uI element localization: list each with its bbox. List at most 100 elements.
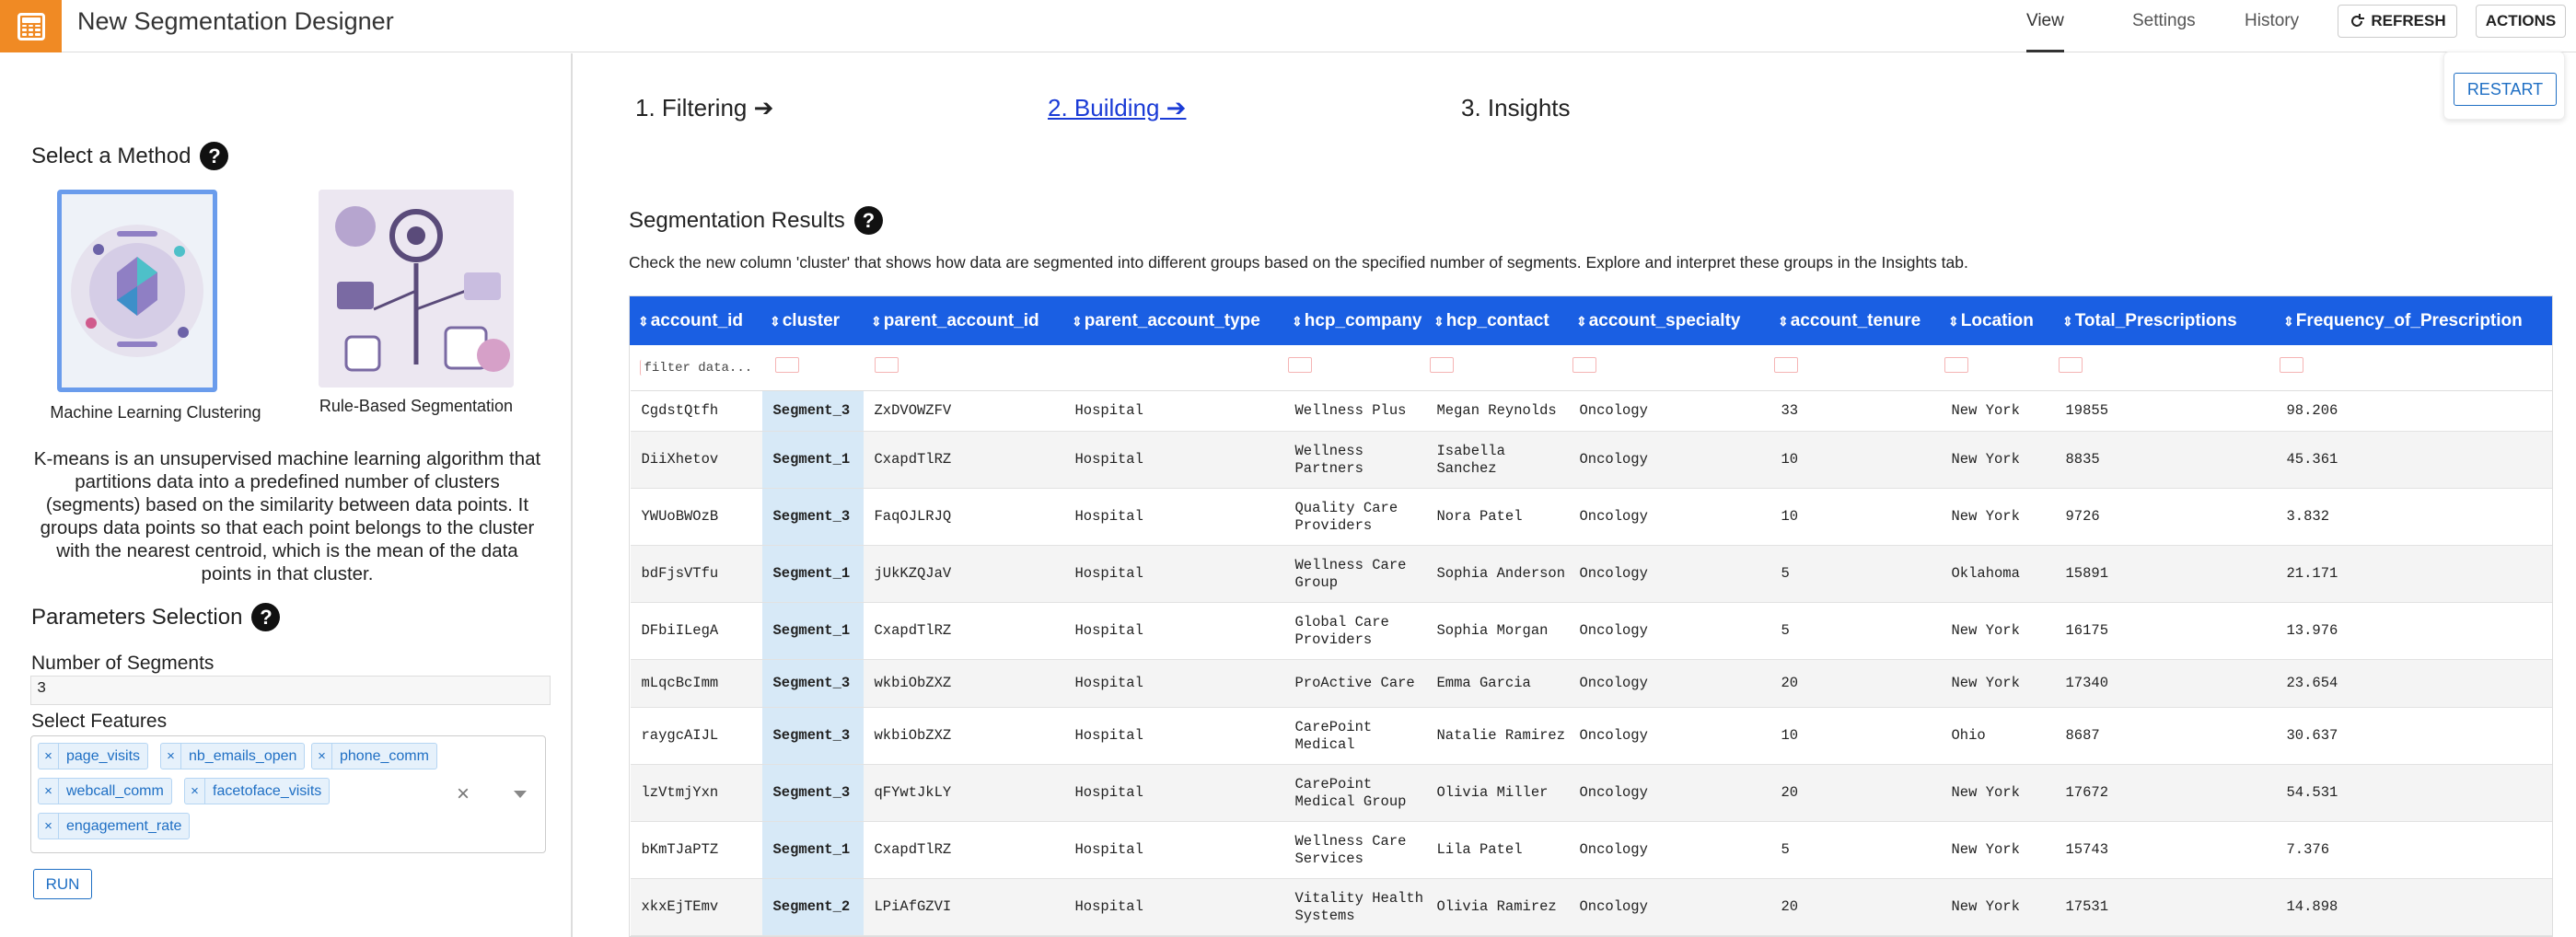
- filter-input[interactable]: [2058, 357, 2083, 373]
- filter-input[interactable]: filter data...: [639, 360, 752, 376]
- column-header[interactable]: ⇕ cluster: [761, 296, 864, 345]
- feature-tag: × engagement_rate: [38, 813, 191, 839]
- method-card-rule[interactable]: Rule-Based Segmentation: [319, 190, 514, 416]
- tab-history[interactable]: History: [2245, 0, 2299, 52]
- help-icon[interactable]: ?: [251, 603, 281, 631]
- table-cell: 20: [1770, 659, 1941, 708]
- table-cell: 17531: [2054, 878, 2276, 936]
- column-header[interactable]: ⇕ hcp_contact: [1425, 296, 1569, 345]
- column-header[interactable]: ⇕ Total_Prescriptions: [2054, 296, 2276, 345]
- remove-tag-icon[interactable]: ×: [39, 779, 59, 804]
- filter-input[interactable]: [2279, 357, 2303, 373]
- table-row[interactable]: mLqcBcImm Segment_3 wkbiObZXZ Hospital ProAc…: [630, 659, 2552, 708]
- remove-tag-icon[interactable]: ×: [39, 744, 59, 769]
- table-cell: Oncology: [1568, 878, 1770, 936]
- step-insights[interactable]: 3. Insights: [1461, 94, 1571, 122]
- help-icon[interactable]: ?: [200, 142, 229, 170]
- table-cell: Oklahoma: [1940, 545, 2055, 603]
- table-cell: Segment_1: [761, 602, 864, 660]
- table-cell: 10: [1770, 707, 1941, 765]
- chevron-down-icon[interactable]: [514, 791, 527, 798]
- table-cell: 45.361: [2275, 431, 2552, 489]
- filter-row: filter data...: [630, 344, 2552, 391]
- column-header[interactable]: ⇕ parent_account_type: [1063, 296, 1284, 345]
- table-cell: Sophia Morgan: [1425, 602, 1569, 660]
- table-cell: Lila Patel: [1425, 821, 1569, 879]
- table-cell: New York: [1940, 659, 2055, 708]
- table-cell: FaqOJLRJQ: [863, 488, 1064, 546]
- app-logo-icon[interactable]: [0, 0, 62, 52]
- run-button[interactable]: RUN: [33, 869, 92, 899]
- table-cell: Segment_1: [761, 545, 864, 603]
- table-cell: Segment_2: [761, 878, 864, 936]
- table-row[interactable]: bdFjsVTfu Segment_1 jUkKZQJaV Hospital Welln…: [630, 545, 2552, 603]
- table-cell: 10: [1770, 431, 1941, 489]
- method-title: Select a Method: [31, 143, 191, 168]
- actions-button[interactable]: ACTIONS: [2476, 5, 2566, 38]
- column-header[interactable]: ⇕ parent_account_id: [863, 296, 1064, 345]
- column-header[interactable]: ⇕ account_specialty: [1568, 296, 1770, 345]
- filter-input[interactable]: [874, 357, 899, 373]
- table-cell: Oncology: [1568, 659, 1770, 708]
- table-cell: 33: [1770, 390, 1941, 432]
- table-row[interactable]: DFbiILegA Segment_1 CxapdTlRZ Hospital Globa…: [630, 602, 2552, 660]
- feature-tag: × page_visits: [38, 743, 149, 769]
- table-row[interactable]: raygcAIJL Segment_3 wkbiObZXZ Hospital CareP…: [630, 707, 2552, 765]
- table-cell: bdFjsVTfu: [630, 545, 762, 603]
- table-cell: Wellness Care Group: [1283, 545, 1426, 603]
- filter-input[interactable]: [1773, 357, 1798, 373]
- table-cell: CarePoint Medical: [1283, 707, 1426, 765]
- step-filtering[interactable]: 1. Filtering ➔: [635, 94, 773, 122]
- table-cell: Oncology: [1568, 707, 1770, 765]
- table-header-row: ⇕ account_id ⇕ cluster ⇕ parent_account_id …: [630, 296, 2552, 345]
- clear-all-icon[interactable]: ×: [457, 781, 470, 807]
- filter-input[interactable]: [1944, 357, 1968, 373]
- remove-tag-icon[interactable]: ×: [161, 744, 181, 769]
- table-cell: Segment_3: [761, 659, 864, 708]
- num-segments-input[interactable]: 3: [30, 676, 551, 705]
- tab-settings[interactable]: Settings: [2132, 0, 2196, 52]
- help-icon[interactable]: ?: [853, 206, 883, 235]
- table-cell: Oncology: [1568, 488, 1770, 546]
- column-header[interactable]: ⇕ Location: [1940, 296, 2055, 345]
- table-cell: CarePoint Medical Group: [1283, 764, 1426, 822]
- table-cell: 9726: [2054, 488, 2276, 546]
- sort-icon: ⇕: [770, 313, 781, 329]
- tab-view[interactable]: View: [2026, 0, 2064, 52]
- step-building[interactable]: 2. Building ➔: [1048, 94, 1186, 122]
- table-row[interactable]: CgdstQtfh Segment_3 ZxDVOWZFV Hospital Welln…: [630, 390, 2552, 432]
- column-header[interactable]: ⇕ account_id: [630, 296, 762, 345]
- column-header[interactable]: ⇕ Frequency_of_Prescription: [2275, 296, 2552, 345]
- table-cell: 19855: [2054, 390, 2276, 432]
- table-cell: Hospital: [1063, 390, 1284, 432]
- table-cell: Ohio: [1940, 707, 2055, 765]
- table-cell: 5: [1770, 821, 1941, 879]
- table-cell: 98.206: [2275, 390, 2552, 432]
- column-header[interactable]: ⇕ account_tenure: [1770, 296, 1941, 345]
- method-card-ml[interactable]: Machine Learning Clustering: [48, 190, 269, 422]
- filter-input[interactable]: [774, 357, 799, 373]
- table-cell: CxapdTlRZ: [863, 821, 1064, 879]
- remove-tag-icon[interactable]: ×: [39, 814, 59, 839]
- filter-input[interactable]: [1572, 357, 1596, 373]
- filter-input[interactable]: [1429, 357, 1454, 373]
- table-cell: 15891: [2054, 545, 2276, 603]
- table-cell: Hospital: [1063, 659, 1284, 708]
- table-cell: xkxEjTEmv: [630, 878, 762, 936]
- table-cell: Olivia Ramirez: [1425, 878, 1569, 936]
- table-row[interactable]: xkxEjTEmv Segment_2 LPiAfGZVI Hospital Vital…: [630, 878, 2552, 936]
- refresh-button[interactable]: REFRESH: [2338, 5, 2457, 38]
- table-row[interactable]: lzVtmjYxn Segment_3 qFYwtJkLY Hospital CareP…: [630, 764, 2552, 822]
- table-row[interactable]: bKmTJaPTZ Segment_1 CxapdTlRZ Hospital Welln…: [630, 821, 2552, 879]
- remove-tag-icon[interactable]: ×: [312, 744, 332, 769]
- restart-button[interactable]: RESTART: [2454, 73, 2557, 106]
- filter-input[interactable]: [1287, 357, 1312, 373]
- remove-tag-icon[interactable]: ×: [185, 779, 205, 804]
- results-table: ⇕ account_id ⇕ cluster ⇕ parent_account_id …: [629, 295, 2553, 937]
- app-title: New Segmentation Designer: [77, 7, 394, 35]
- table-row[interactable]: YWUoBWOzB Segment_3 FaqOJLRJQ Hospital Quali…: [630, 488, 2552, 546]
- column-header[interactable]: ⇕ hcp_company: [1283, 296, 1426, 345]
- table-row[interactable]: DiiXhetov Segment_1 CxapdTlRZ Hospital Welln…: [630, 431, 2552, 489]
- num-segments-label: Number of Segments: [31, 653, 215, 674]
- feature-tag: × webcall_comm: [38, 778, 172, 804]
